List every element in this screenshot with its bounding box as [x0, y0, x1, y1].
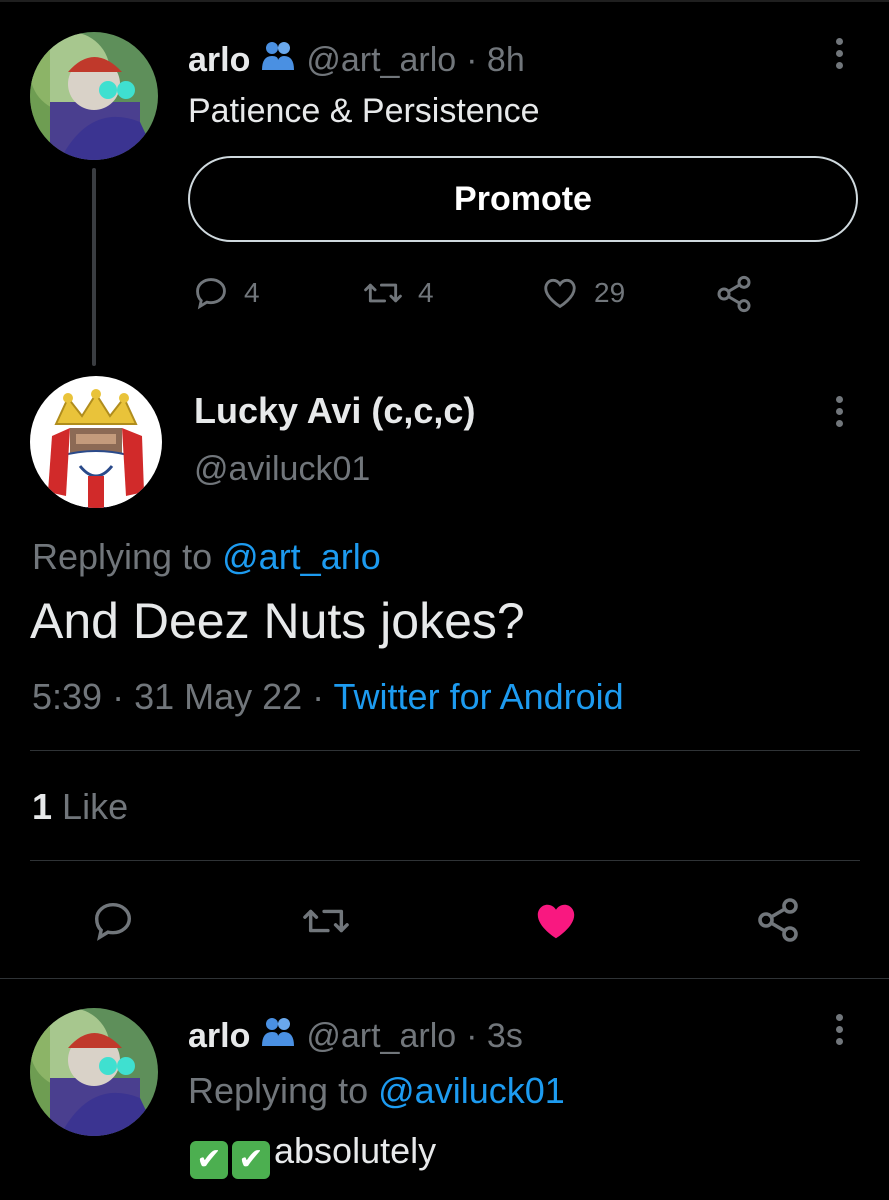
check-emoji: ✔ [190, 1140, 228, 1179]
retweet-button[interactable] [300, 898, 352, 949]
tweet-date: · 31 May 22 · [112, 676, 325, 717]
reply-header: arlo @art_arlo · 3s [188, 1014, 523, 1059]
divider [0, 978, 889, 979]
handle[interactable]: @art_arlo [306, 41, 456, 80]
check-emoji: ✔ [232, 1140, 270, 1179]
avatar-lucky-avi[interactable] [30, 376, 162, 508]
share-icon [714, 274, 754, 314]
avatar-arlo[interactable] [30, 1008, 158, 1136]
replying-prefix: Replying to [32, 536, 213, 577]
divider [30, 750, 860, 751]
replying-handle-link[interactable]: @aviluck01 [378, 1070, 565, 1111]
more-icon[interactable] [836, 38, 846, 74]
reply-replying-to: Replying to @aviluck01 [188, 1070, 565, 1112]
reply-count: 4 [244, 277, 260, 308]
reply-button[interactable] [90, 898, 136, 949]
like-count: 29 [594, 277, 626, 308]
share-button[interactable] [754, 896, 802, 949]
retweet-icon [300, 909, 352, 948]
profile-group-icon [260, 1014, 296, 1059]
retweet-icon [362, 274, 404, 312]
more-icon[interactable] [836, 396, 846, 432]
tweet-time: 5:39 [32, 676, 103, 717]
replying-prefix: Replying to [188, 1070, 369, 1111]
main-handle[interactable]: @aviluck01 [194, 450, 370, 489]
like-button[interactable] [532, 898, 580, 949]
reply-action[interactable]: 4 [192, 274, 260, 312]
share-icon [754, 898, 802, 948]
likes-summary[interactable]: 1 Like [32, 786, 128, 828]
display-name[interactable]: arlo [188, 1017, 250, 1056]
handle[interactable]: @art_arlo [306, 1017, 456, 1056]
timestamp: · 8h [466, 41, 525, 79]
reply-text: absolutely [274, 1130, 437, 1171]
like-action[interactable]: 29 [540, 274, 625, 312]
more-icon[interactable] [836, 1014, 846, 1050]
like-total-label: Like [62, 786, 129, 827]
avatar-arlo[interactable] [30, 32, 158, 160]
replying-to: Replying to @art_arlo [32, 536, 381, 578]
retweet-action[interactable]: 4 [362, 274, 434, 312]
reply-text-row: ✔ ✔ absolutely [190, 1130, 436, 1179]
tweet-meta: 5:39 · 31 May 22 · Twitter for Android [32, 676, 624, 718]
display-name[interactable]: arlo [188, 41, 250, 80]
tweet1-header: arlo @art_arlo · 8h [188, 38, 525, 83]
timestamp: · 3s [466, 1017, 523, 1055]
reply-icon [90, 902, 136, 948]
main-tweet-text: And Deez Nuts jokes? [30, 593, 525, 649]
promote-button[interactable]: Promote [188, 156, 858, 242]
reply-icon [192, 274, 230, 312]
share-action[interactable] [714, 274, 754, 314]
tweet-source-link[interactable]: Twitter for Android [334, 676, 624, 717]
like-icon [540, 274, 580, 312]
top-divider [0, 0, 889, 2]
tweet1-text: Patience & Persistence [188, 92, 540, 130]
like-total: 1 [32, 786, 53, 827]
thread-connector [92, 168, 96, 366]
profile-group-icon [260, 38, 296, 83]
main-display-name[interactable]: Lucky Avi (c,c,c) [194, 390, 475, 432]
divider [30, 860, 860, 861]
retweet-count: 4 [418, 277, 434, 308]
like-icon [532, 904, 580, 948]
replying-handle-link[interactable]: @art_arlo [222, 536, 381, 577]
